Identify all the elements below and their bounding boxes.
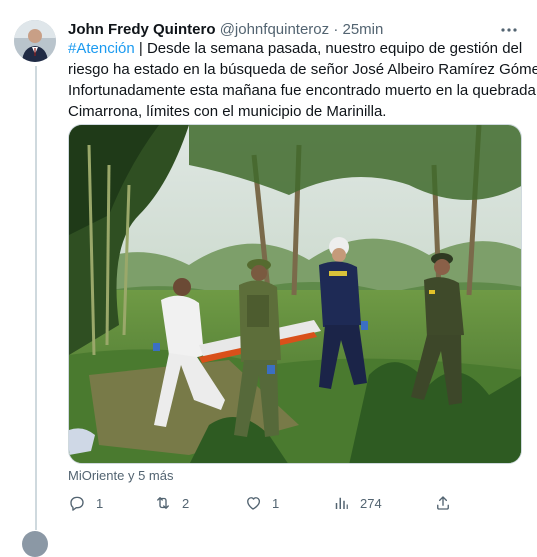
- share-icon: [437, 496, 449, 510]
- tweet-timestamp[interactable]: 25min: [343, 21, 384, 38]
- views-count: 274: [360, 495, 382, 511]
- tweet-actions-bar: 1 2 1 274: [68, 492, 468, 514]
- retweet-icon: [157, 497, 169, 509]
- retweet-button[interactable]: 2: [154, 492, 189, 514]
- avatar-photo: [14, 20, 56, 62]
- tweet-text-segment: | Desde la semana pasada, nuestro equipo…: [134, 40, 523, 57]
- tweet-photo[interactable]: [68, 124, 522, 464]
- author-handle[interactable]: @johnfquinteroz: [220, 21, 329, 38]
- heart-icon: [247, 497, 261, 510]
- tweet-text: #Atención | Desde la semana pasada, nues…: [68, 38, 537, 122]
- share-button[interactable]: [434, 492, 462, 514]
- avatar[interactable]: [14, 20, 56, 62]
- photo-rescue-scene: [69, 125, 521, 463]
- thread-connector-line: [35, 66, 37, 530]
- reply-button[interactable]: 1: [68, 492, 103, 514]
- reply-icon: [70, 496, 84, 511]
- separator-dot: ·: [333, 21, 339, 38]
- tagged-users-link[interactable]: MiOriente y 5 más: [68, 467, 173, 485]
- author-name[interactable]: John Fredy Quintero: [68, 21, 216, 38]
- tweet-text-line-3: Infortunadamente esta mañana fue encontr…: [68, 82, 537, 99]
- views-chart-icon: [335, 497, 348, 509]
- like-button[interactable]: 1: [244, 492, 279, 514]
- hashtag-link[interactable]: #Atención: [68, 40, 135, 57]
- reply-count: 1: [96, 495, 104, 511]
- tweet-text-line-1: #Atención | Desde la semana pasada, nues…: [68, 38, 528, 59]
- tweet-text-line-2: riesgo ha estado en la búsqueda de señor…: [68, 61, 537, 78]
- views-button[interactable]: 274: [332, 492, 382, 514]
- tweet-text-line-4: Cimarrona, límites con el municipio de M…: [68, 103, 387, 120]
- like-count: 1: [272, 495, 280, 511]
- retweet-count: 2: [182, 495, 190, 511]
